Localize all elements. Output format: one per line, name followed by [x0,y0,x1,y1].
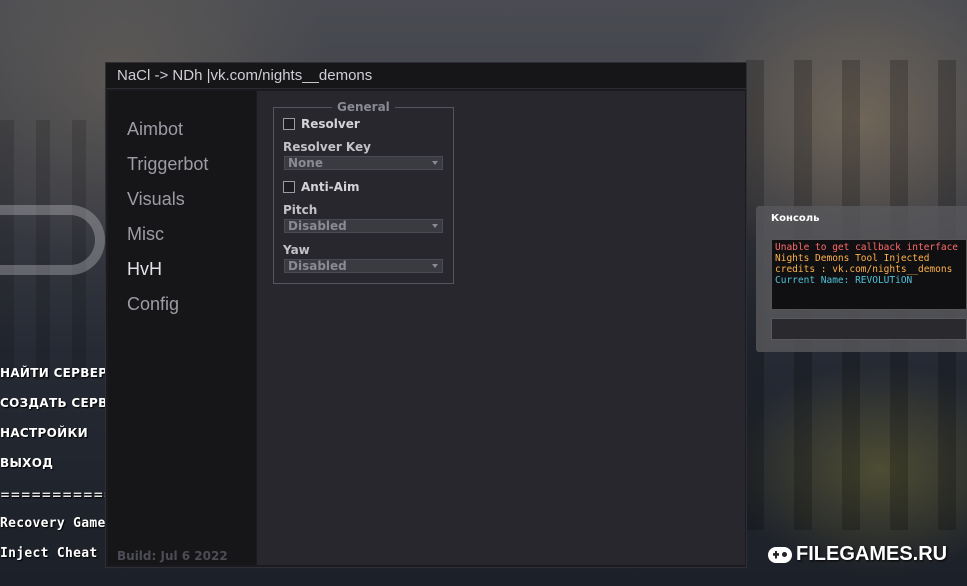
console-log[interactable]: Unable to get callback interface Nights … [771,239,967,310]
resolver-label: Resolver [301,117,360,131]
menu-recovery-game[interactable]: Recovery Game [0,516,106,531]
console-panel: Консоль Unable to get callback interface… [756,206,967,352]
pitch-select[interactable]: Disabled [284,219,443,233]
pitch-value: Disabled [288,219,347,233]
sidebar-item-triggerbot[interactable]: Triggerbot [127,154,208,175]
chevron-down-icon [432,224,438,228]
console-line: Unable to get callback interface [775,242,959,253]
yaw-value: Disabled [288,259,347,273]
console-title: Консоль [771,213,820,224]
resolver-key-label: Resolver Key [283,140,371,154]
groupbox-legend: General [332,100,395,114]
menu-settings[interactable]: НАСТРОЙКИ [0,426,88,440]
background-logo [0,205,105,275]
watermark-text: FILEGAMES.RU [796,543,948,565]
yaw-label: Yaw [283,243,310,257]
anti-aim-label: Anti-Aim [301,180,360,194]
menu-inject-cheat[interactable]: Inject Cheat [0,546,98,561]
resolver-checkbox-row[interactable]: Resolver [283,117,360,131]
watermark: FILEGAMES.RU [768,543,947,566]
window-title: NaCl -> NDh |vk.com/nights__demons [117,67,373,84]
menu-separator: ============== [0,488,106,502]
cheat-window: NaCl -> NDh |vk.com/nights__demons Aimbo… [105,62,747,568]
general-groupbox: General Resolver Resolver Key None Anti-… [273,100,454,284]
resolver-key-select[interactable]: None [284,156,443,170]
window-titlebar[interactable]: NaCl -> NDh |vk.com/nights__demons [106,63,746,89]
sidebar-item-config[interactable]: Config [127,294,179,315]
menu-create-server[interactable]: СОЗДАТЬ СЕРВЕ [0,396,116,410]
console-line: Nights Demons Tool Injected [775,253,930,264]
sidebar-item-visuals[interactable]: Visuals [127,189,185,210]
chevron-down-icon [432,264,438,268]
sidebar-item-aimbot[interactable]: Aimbot [127,119,183,140]
yaw-select[interactable]: Disabled [284,259,443,273]
content-panel: General Resolver Resolver Key None Anti-… [257,91,745,565]
gamepad-icon [768,546,792,563]
sidebar-item-hvh[interactable]: HvH [127,259,162,280]
menu-exit[interactable]: ВЫХОД [0,456,53,470]
console-input[interactable] [771,318,967,340]
anti-aim-checkbox[interactable] [283,181,295,193]
menu-find-servers[interactable]: НАЙТИ СЕРВЕРЫ [0,366,120,380]
pitch-label: Pitch [283,203,318,217]
console-line: credits : vk.com/nights__demons [775,264,953,275]
console-line: Current Name: REVOLUTiON [775,275,913,286]
anti-aim-checkbox-row[interactable]: Anti-Aim [283,180,360,194]
resolver-key-value: None [288,156,323,170]
sidebar-item-misc[interactable]: Misc [127,224,164,245]
chevron-down-icon [432,161,438,165]
build-info: Build: Jul 6 2022 [117,549,228,563]
resolver-checkbox[interactable] [283,118,295,130]
sidebar: Aimbot Triggerbot Visuals Misc HvH Confi… [108,91,256,565]
